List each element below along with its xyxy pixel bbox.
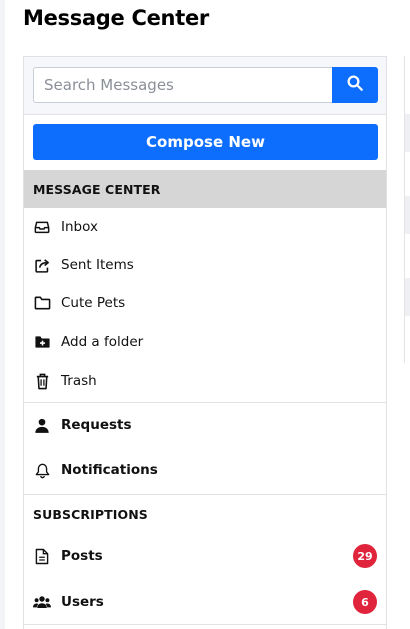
content-panel-row [405, 278, 410, 316]
user-icon [33, 416, 51, 434]
left-edge [0, 0, 5, 629]
users-count-badge: 6 [353, 590, 377, 614]
requests-label: Requests [61, 417, 132, 433]
folder-label: Inbox [61, 219, 98, 235]
subscription-users[interactable]: Users 6 [24, 583, 386, 621]
search-bar [24, 57, 386, 115]
section-heading-subscriptions: SUBSCRIPTIONS [33, 506, 148, 522]
inbox-icon [33, 218, 51, 236]
users-icon [33, 593, 51, 611]
folder-label: Trash [61, 373, 97, 389]
content-panel-row [405, 114, 410, 152]
folder-cute-pets[interactable]: Cute Pets [24, 284, 386, 322]
folder-trash[interactable]: Trash [24, 362, 386, 400]
requests-link[interactable]: Requests [24, 406, 386, 444]
folder-inbox[interactable]: Inbox [24, 208, 386, 246]
folder-icon [33, 294, 51, 312]
message-sidebar: Compose New MESSAGE CENTER Inbox Sent It… [23, 56, 387, 629]
notifications-label: Notifications [61, 462, 158, 478]
folder-label: Cute Pets [61, 295, 126, 311]
page-title: Message Center [23, 6, 209, 30]
compose-new-button[interactable]: Compose New [33, 124, 378, 160]
share-icon [33, 256, 51, 274]
subscription-posts[interactable]: Posts 29 [24, 537, 386, 575]
posts-label: Posts [61, 548, 103, 564]
content-panel-edge [404, 56, 410, 363]
add-folder-button[interactable]: Add a folder [24, 323, 386, 361]
search-icon [346, 74, 364, 96]
notifications-link[interactable]: Notifications [24, 451, 386, 489]
folder-plus-icon [33, 333, 51, 351]
divider [24, 402, 386, 403]
folder-label: Sent Items [61, 257, 134, 273]
content-panel-row [405, 196, 410, 234]
bell-icon [33, 461, 51, 479]
section-heading-message-center: MESSAGE CENTER [24, 170, 386, 208]
posts-count-badge: 29 [353, 544, 377, 568]
document-icon [33, 547, 51, 565]
divider [24, 624, 386, 625]
search-button[interactable] [332, 67, 378, 103]
search-input[interactable] [33, 67, 332, 103]
users-label: Users [61, 594, 104, 610]
folder-sent-items[interactable]: Sent Items [24, 246, 386, 284]
folder-label: Add a folder [61, 334, 144, 350]
trash-icon [33, 372, 51, 390]
